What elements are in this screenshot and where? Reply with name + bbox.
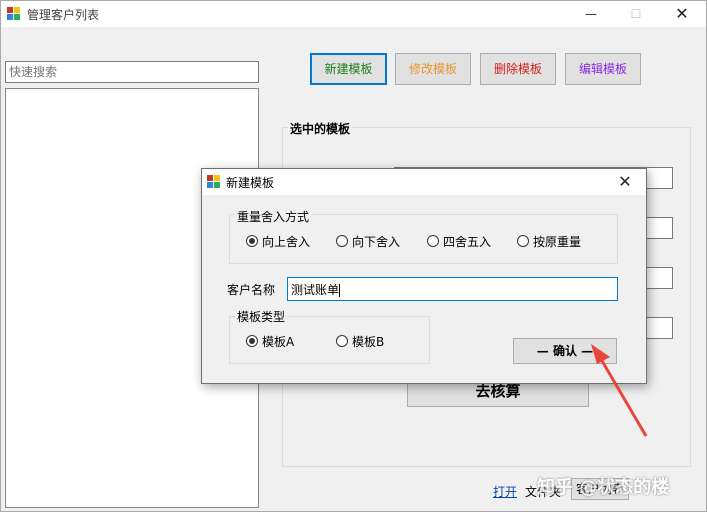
arrow-head xyxy=(591,344,610,364)
annotation-arrow xyxy=(591,344,648,437)
arrow-line xyxy=(596,353,648,437)
